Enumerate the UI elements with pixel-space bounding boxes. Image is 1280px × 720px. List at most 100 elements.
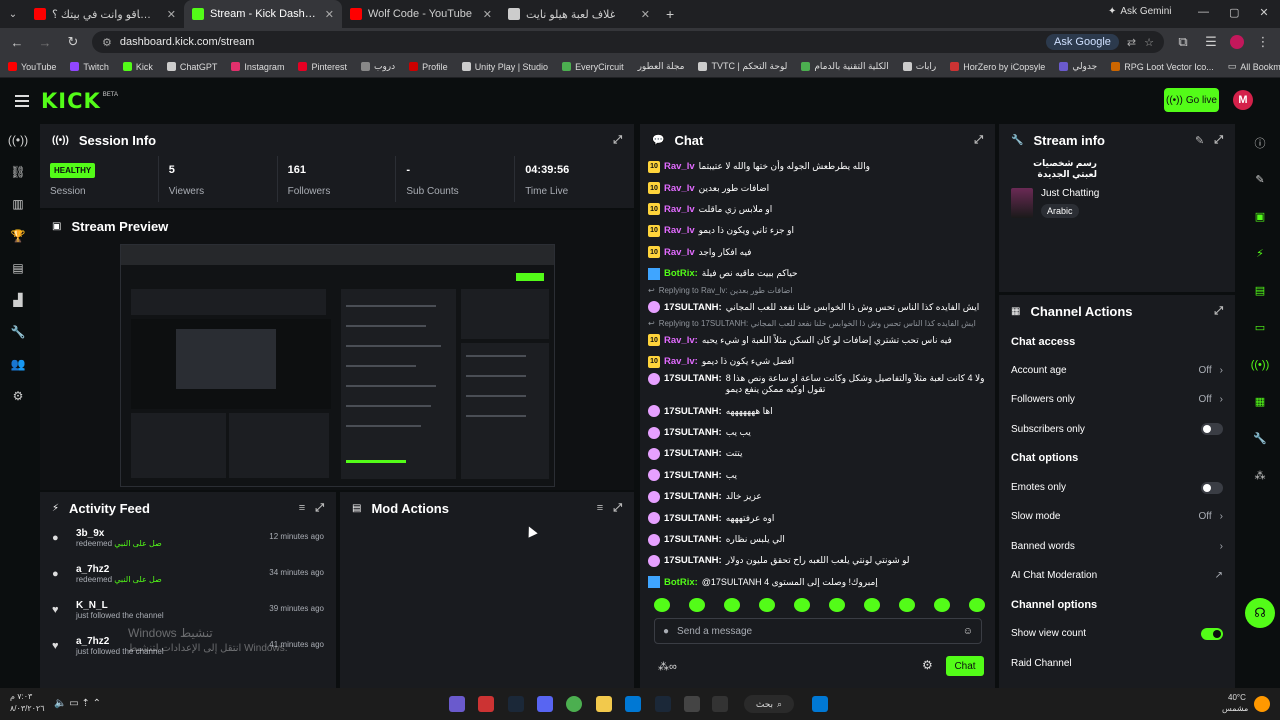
chat-username[interactable]: Rav_lv xyxy=(664,183,695,194)
wrench-icon[interactable]: 🔧 xyxy=(1240,420,1280,457)
wrench-icon[interactable]: 🔧 xyxy=(0,316,36,348)
emote-icon[interactable] xyxy=(724,598,740,612)
chat-username[interactable]: 17SULTANH: xyxy=(664,513,722,524)
analytics-icon[interactable]: ▥ xyxy=(0,188,36,220)
emote-icon[interactable] xyxy=(794,598,810,612)
chat-username[interactable]: Rav_lv xyxy=(664,225,695,236)
close-icon[interactable]: ✕ xyxy=(167,8,176,21)
bookmark-item[interactable]: YouTube xyxy=(8,62,56,72)
show-view-count-toggle[interactable] xyxy=(1201,627,1223,640)
windows-start-icon[interactable] xyxy=(812,696,828,712)
go-live-button[interactable]: ((•)) Go live xyxy=(1164,88,1219,112)
chat-message[interactable]: 10 Rav_lv فيه افكار واجد xyxy=(648,242,988,263)
translate-icon[interactable]: ⇄ xyxy=(1127,36,1136,49)
menu-icon[interactable]: ⋮ xyxy=(1254,34,1272,50)
emoji-icon[interactable]: ☺ xyxy=(963,626,973,637)
chat-username[interactable]: Rav_lv: xyxy=(664,335,698,346)
emote-icon[interactable] xyxy=(759,598,775,612)
site-info-icon[interactable]: ⚙ xyxy=(102,36,112,49)
chat-message[interactable]: 10 Rav_lv او جزء ثاني ويكون ذا ديمو xyxy=(648,220,988,241)
tray-icons[interactable]: 🔈 ▭ ⇡ ⌃ xyxy=(54,698,101,709)
channel-icon[interactable]: ▦ xyxy=(1240,383,1280,420)
support-icon[interactable]: ☊ xyxy=(1240,594,1280,631)
app-icon[interactable] xyxy=(449,696,465,712)
emote-icon[interactable] xyxy=(654,598,670,612)
bookmark-item[interactable]: رابات xyxy=(902,61,936,72)
ai-moderation-row[interactable]: AI Chat Moderation ↗ xyxy=(999,561,1235,590)
stream-preview-video[interactable] xyxy=(120,244,555,487)
tab-hollow-knight[interactable]: غلاف لعبة هيلو نايت ✕ xyxy=(500,0,658,28)
chat-username[interactable]: Rav_lv xyxy=(664,247,695,258)
chat-username[interactable]: 17SULTANH: xyxy=(664,406,722,417)
bookmark-item[interactable]: الكلية التقنية بالدمام xyxy=(801,61,889,72)
emotes-only-toggle[interactable] xyxy=(1201,481,1223,494)
chat-message[interactable]: 17SULTANH: عزيز خالد xyxy=(648,486,988,507)
chat-username[interactable]: 17SULTANH: xyxy=(664,427,722,438)
bookmark-item[interactable]: ChatGPT xyxy=(166,62,217,72)
new-tab-button[interactable]: + xyxy=(666,6,686,22)
emote-icon[interactable] xyxy=(934,598,950,612)
ask-gemini-button[interactable]: ✦ Ask Gemini xyxy=(1108,6,1172,17)
bookmark-item[interactable]: Profile xyxy=(409,62,448,72)
banned-words-row[interactable]: Banned words › xyxy=(999,531,1235,560)
steam-icon[interactable] xyxy=(508,696,524,712)
all-bookmarks[interactable]: ▭All Bookmarks xyxy=(1228,61,1280,72)
chat-username[interactable]: Rav_lv xyxy=(664,161,695,172)
chat-message[interactable]: 17SULTANH: يب xyxy=(648,465,988,486)
bookmark-item[interactable]: HorZero by iCopsyle xyxy=(950,62,1045,72)
clock-time[interactable]: ٧:٠٣ م xyxy=(10,692,32,701)
close-icon[interactable]: ✕ xyxy=(483,8,492,21)
store-icon[interactable] xyxy=(625,696,641,712)
filter-icon[interactable]: ≡ xyxy=(299,502,305,514)
chat-points-icon[interactable]: ⁂∞ xyxy=(658,660,677,673)
expand-icon[interactable]: ⤢ xyxy=(613,134,622,147)
chat-username[interactable]: 17SULTANH: xyxy=(664,470,722,481)
expand-icon[interactable]: ⤢ xyxy=(315,502,324,515)
extensions-icon[interactable]: ⧉ xyxy=(1174,34,1192,50)
bookmark-item[interactable]: دروب xyxy=(360,61,395,72)
raid-channel-row[interactable]: Raid Channel xyxy=(999,648,1235,677)
clock-date[interactable]: ٨/٠٣/٢٠٢٦ xyxy=(10,704,45,713)
steam-icon[interactable] xyxy=(655,696,671,712)
chat-username[interactable]: BotRix: xyxy=(664,577,698,588)
bookmark-item[interactable]: مجلة العطور xyxy=(638,61,685,72)
camera-icon[interactable]: ▣ xyxy=(1240,198,1280,235)
emote-icon[interactable] xyxy=(899,598,915,612)
discord-icon[interactable] xyxy=(537,696,553,712)
stream-icon[interactable]: ((•)) xyxy=(0,124,36,156)
document-icon[interactable]: ▤ xyxy=(1240,272,1280,309)
chat-message[interactable]: 17SULTANH: اوه عرفتهههه xyxy=(648,507,988,528)
chat-message[interactable]: 17SULTANH: 8 ولا 4 كانت لعبة مثلاً والتفا… xyxy=(648,372,988,401)
subscribers-only-toggle[interactable] xyxy=(1201,423,1223,436)
apps-icon[interactable]: ⁂ xyxy=(1240,457,1280,494)
bookmark-item[interactable]: Twitch xyxy=(70,62,109,72)
chat-username[interactable]: 17SULTANH: xyxy=(664,373,722,384)
bookmark-item[interactable]: Pinterest xyxy=(298,62,347,72)
minimize-icon[interactable]: — xyxy=(1198,6,1209,19)
expand-icon[interactable]: ⤢ xyxy=(974,134,983,147)
chat-username[interactable]: 17SULTANH: xyxy=(664,555,722,566)
forward-icon[interactable]: → xyxy=(36,35,54,50)
close-icon[interactable]: ✕ xyxy=(325,8,334,21)
user-avatar[interactable]: M xyxy=(1233,90,1253,110)
emote-icon[interactable] xyxy=(969,598,985,612)
tab-kick-dashboard[interactable]: Stream - Kick Dashboard✕ xyxy=(184,0,342,28)
back-icon[interactable]: ← xyxy=(8,35,26,50)
category-name[interactable]: Just Chatting xyxy=(1041,188,1099,199)
emote-icon[interactable] xyxy=(829,598,845,612)
edit-icon[interactable]: ✎ xyxy=(1195,134,1204,147)
chat-message[interactable]: 17SULTANH: الي يلبس نظاره xyxy=(648,529,988,550)
chat-message[interactable]: 10 Rav_lv: افضل شيء يكون ذا ديمو xyxy=(648,351,988,372)
expand-icon[interactable]: ⤢ xyxy=(1214,134,1223,147)
chat-message[interactable]: 10 Rav_lv والله يطرطعش الجوله وأن ختها وال… xyxy=(648,156,988,177)
chat-message[interactable]: 10 Rav_lv او ملابس زي ماقلت xyxy=(648,199,988,220)
close-window-icon[interactable]: ✕ xyxy=(1259,6,1268,19)
chat-message[interactable]: 17SULTANH: يتتت xyxy=(648,443,988,464)
taskbar-search[interactable]: بحث ⌕ xyxy=(744,695,794,713)
chat-message[interactable]: 17SULTANH: يب يب xyxy=(648,422,988,443)
stream-icon[interactable]: ((•)) xyxy=(1240,346,1280,383)
bookmark-item[interactable]: EveryCircuit xyxy=(562,62,624,72)
account-age-row[interactable]: Account age Off › xyxy=(999,356,1235,385)
chat-username[interactable]: 17SULTANH: xyxy=(664,448,722,459)
filter-icon[interactable]: ≡ xyxy=(597,502,603,514)
